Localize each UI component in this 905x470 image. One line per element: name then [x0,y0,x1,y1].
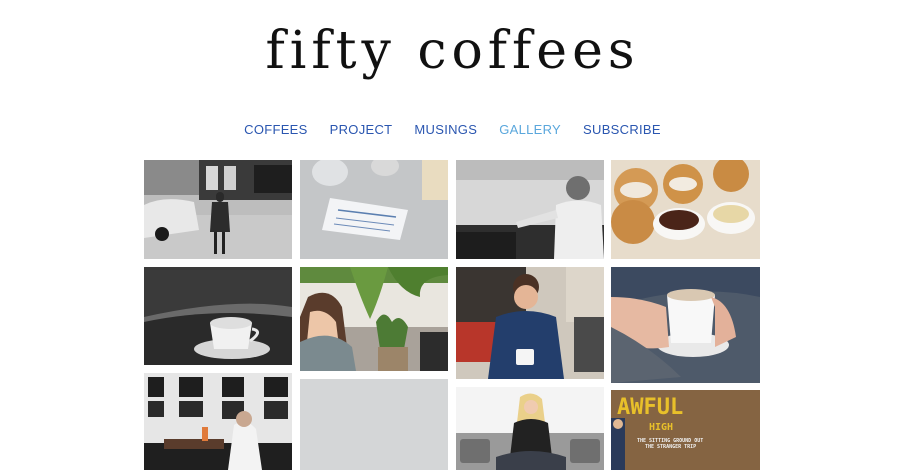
photo-hands-white-mug[interactable] [611,267,760,383]
photo-gallery: AWFUL HIGH THE SITTING GROUND OUT THE ST… [0,0,905,470]
photo-coffee-cup-bw[interactable] [144,267,292,365]
photo-man-framed-wall[interactable] [144,373,292,470]
photo-man-seated-bw[interactable] [456,160,604,259]
photo-receipt-on-table[interactable] [300,160,448,259]
photo-woman-street-taxi[interactable] [144,160,292,259]
sign-line2: HIGH [649,422,673,433]
photo-woman-plants[interactable] [300,267,448,371]
photo-awful-sign[interactable]: AWFUL HIGH THE SITTING GROUND OUT THE ST… [611,390,760,470]
photo-man-blue-sweater[interactable] [456,267,604,379]
photo-grey-wall[interactable] [300,379,448,470]
photo-woman-grey-sofa[interactable] [456,387,604,470]
sign-title: AWFUL [617,395,683,420]
photo-donuts-and-dips[interactable] [611,160,760,259]
sign-sub2: THE STRANGER TRIP [645,444,696,450]
